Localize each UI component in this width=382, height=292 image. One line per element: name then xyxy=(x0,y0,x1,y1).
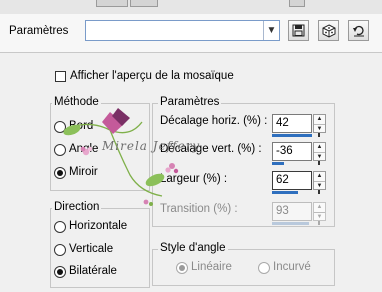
watermark-text: Mirela Jeffery xyxy=(102,139,201,153)
spin-down-icon[interactable]: ▼ xyxy=(314,152,325,161)
spin-up-icon[interactable]: ▲ xyxy=(314,143,325,151)
transition-spinbox: 93 ▲ ▼ xyxy=(272,202,328,221)
horizontal-offset-input[interactable]: 42 xyxy=(272,114,312,133)
flower-decoration xyxy=(63,108,179,206)
direction-horizontal-label[interactable]: Horizontale xyxy=(69,220,127,232)
randomize-button[interactable] xyxy=(318,20,339,41)
direction-horizontal-radio[interactable] xyxy=(54,221,66,233)
transition-input: 93 xyxy=(272,202,312,221)
corner-style-curved-label: Incurvé xyxy=(273,261,311,273)
chevron-down-icon[interactable]: ▼ xyxy=(263,21,279,40)
direction-bilateral-label[interactable]: Bilatérale xyxy=(69,265,117,277)
transition-stepper: ▲ ▼ xyxy=(313,202,326,221)
presets-label: Paramètres xyxy=(9,25,69,37)
save-icon xyxy=(292,24,305,37)
width-input[interactable]: 62 xyxy=(272,171,312,190)
transition-slider-handle xyxy=(318,221,320,225)
direction-bilateral-radio[interactable] xyxy=(54,266,66,278)
width-slider-fill[interactable] xyxy=(272,191,298,194)
presets-bar: Paramètres ▼ xyxy=(0,14,382,53)
width-spinbox[interactable]: 62 ▲ ▼ xyxy=(272,171,328,190)
dice-icon xyxy=(322,23,335,38)
save-preset-button[interactable] xyxy=(288,20,309,41)
spin-up-icon[interactable]: ▲ xyxy=(314,172,325,180)
transition-slider-fill xyxy=(272,222,309,225)
horizontal-offset-stepper[interactable]: ▲ ▼ xyxy=(313,114,326,133)
spin-up-icon: ▲ xyxy=(316,204,323,210)
spin-down-icon: ▼ xyxy=(314,212,325,221)
spin-up-icon[interactable]: ▲ xyxy=(314,115,325,123)
corner-style-linear-label: Linéaire xyxy=(191,261,232,273)
horizontal-offset-slider-fill[interactable] xyxy=(272,134,312,137)
reset-button[interactable] xyxy=(348,20,369,41)
spin-down-icon[interactable]: ▼ xyxy=(314,124,325,133)
direction-vertical-label[interactable]: Verticale xyxy=(69,243,113,255)
corner-style-curved-radio xyxy=(258,262,270,274)
vertical-offset-spinbox[interactable]: -36 ▲ ▼ xyxy=(272,142,328,161)
width-stepper[interactable]: ▲ ▼ xyxy=(313,171,326,190)
top-partial-control-2[interactable] xyxy=(130,0,158,7)
top-partial-control-1[interactable] xyxy=(96,0,128,7)
vertical-offset-slider-handle[interactable] xyxy=(318,161,320,165)
spin-down-icon[interactable]: ▼ xyxy=(314,181,325,190)
vertical-offset-stepper[interactable]: ▲ ▼ xyxy=(313,142,326,161)
horizontal-offset-spinbox[interactable]: 42 ▲ ▼ xyxy=(272,114,328,133)
top-toolbar-strip xyxy=(0,0,382,15)
direction-vertical-radio[interactable] xyxy=(54,244,66,256)
top-partial-control-3[interactable] xyxy=(289,0,305,7)
show-tile-preview-label[interactable]: Afficher l'aperçu de la mosaïque xyxy=(70,70,234,82)
corner-style-group-title: Style d'angle xyxy=(158,242,228,254)
vertical-offset-input[interactable]: -36 xyxy=(272,142,312,161)
corner-style-linear-radio xyxy=(176,262,188,274)
vertical-offset-slider-fill[interactable] xyxy=(272,162,284,165)
width-slider-handle[interactable] xyxy=(318,190,320,194)
horizontal-offset-slider-handle[interactable] xyxy=(318,133,320,137)
reset-icon xyxy=(352,25,364,36)
presets-dropdown[interactable]: ▼ xyxy=(85,20,280,41)
show-tile-preview-checkbox[interactable] xyxy=(55,71,66,82)
